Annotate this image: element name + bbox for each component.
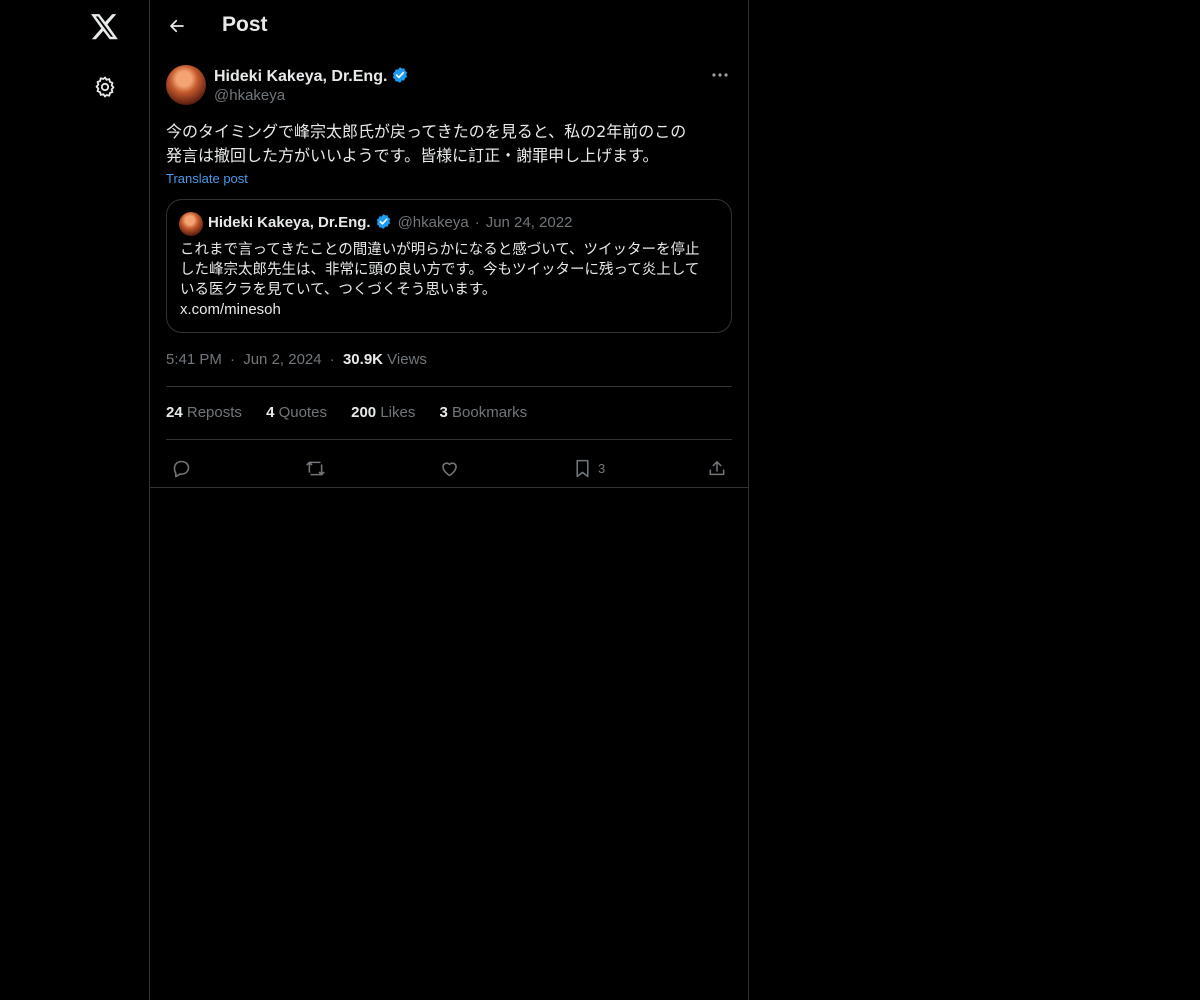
verified-badge-icon — [376, 214, 390, 229]
divider — [166, 439, 732, 440]
reply-button[interactable] — [171, 450, 192, 486]
quote-date: Jun 24, 2022 — [485, 214, 573, 231]
avatar[interactable] — [166, 65, 206, 105]
post-stats: 24 Reposts 4 Quotes 200 Likes 3 Bookmark… — [166, 404, 547, 421]
back-button[interactable] — [162, 11, 192, 41]
quotes-stat[interactable]: 4 Quotes — [266, 404, 327, 421]
reposts-stat[interactable]: 24 Reposts — [166, 404, 242, 421]
reply-icon — [173, 460, 190, 477]
bookmarks-stat[interactable]: 3 Bookmarks — [440, 404, 528, 421]
translate-post-link[interactable]: Translate post — [166, 171, 248, 186]
quote-avatar — [179, 212, 203, 236]
divider — [166, 386, 732, 387]
post-meta: 5:41 PM · Jun 2, 2024 · 30.9K Views — [166, 351, 427, 368]
quoted-post[interactable]: Hideki Kakeya, Dr.Eng. @hkakeya · Jun 24, … — [166, 199, 732, 333]
quote-text-line: いる医クラを見ていて、つくづくそう思います。 — [180, 282, 497, 298]
left-nav — [0, 0, 150, 1000]
post-text-line: 今のタイミングで峰宗太郎氏が戻ってきたのを見ると、私の2年前のこの — [166, 122, 687, 141]
arrow-left-icon — [170, 19, 184, 33]
app-root: Post Hideki Kakeya, Dr.Eng. @hkakeya 今のタ… — [0, 0, 1200, 1000]
main-column: Post Hideki Kakeya, Dr.Eng. @hkakeya 今のタ… — [149, 0, 749, 1000]
author-name[interactable]: Hideki Kakeya, Dr.Eng. — [214, 66, 409, 86]
verified-badge-icon — [393, 67, 408, 83]
author-name-text: Hideki Kakeya, Dr.Eng. — [214, 68, 388, 85]
likes-label: Likes — [380, 404, 416, 421]
quote-author-name: Hideki Kakeya, Dr.Eng. — [208, 214, 371, 231]
divider — [150, 487, 748, 488]
likes-stat[interactable]: 200 Likes — [351, 404, 415, 421]
quotes-label: Quotes — [278, 404, 327, 421]
reposts-count: 24 — [166, 404, 183, 421]
quote-author-handle: @hkakeya — [397, 214, 469, 231]
share-button[interactable] — [707, 450, 727, 486]
views-label: Views — [387, 351, 427, 368]
quote-text: これまで言ってきたことの間違いが明らかになると感づいて、ツイッターを停止 した峰… — [180, 240, 725, 300]
author-handle[interactable]: @hkakeya — [214, 87, 285, 104]
quote-text-line: これまで言ってきたことの間違いが明らかになると感づいて、ツイッターを停止 — [180, 242, 700, 258]
bookmark-icon — [576, 459, 589, 477]
more-horizontal-icon — [712, 73, 728, 77]
repost-button[interactable] — [304, 450, 327, 486]
bookmark-count: 3 — [598, 460, 606, 476]
bookmarks-label: Bookmarks — [452, 404, 528, 421]
reposts-label: Reposts — [186, 404, 242, 421]
page-header: Post — [150, 0, 748, 54]
bookmark-button[interactable]: 3 — [573, 450, 605, 486]
gear-icon[interactable] — [89, 71, 121, 103]
meta-separator: · — [230, 351, 236, 368]
x-logo-icon[interactable] — [88, 10, 122, 44]
quote-separator: · — [474, 214, 480, 231]
post-text: 今のタイミングで峰宗太郎氏が戻ってきたのを見ると、私の2年前のこの 発言は撤回し… — [166, 120, 726, 168]
post-time[interactable]: 5:41 PM — [166, 351, 222, 368]
like-button[interactable] — [439, 450, 460, 486]
likes-count: 200 — [351, 404, 377, 421]
quote-text-line: した峰宗太郎先生は、非常に頭の良い方です。今もツイッターに残って炎上して — [180, 262, 700, 278]
share-icon — [709, 460, 725, 475]
quote-link[interactable]: x.com/minesoh — [180, 301, 281, 318]
repost-icon — [306, 461, 325, 475]
bookmarks-count: 3 — [439, 404, 448, 421]
more-button[interactable] — [708, 64, 732, 86]
quote-header: Hideki Kakeya, Dr.Eng. @hkakeya · Jun 24, … — [208, 213, 572, 231]
meta-separator: · — [329, 351, 335, 368]
heart-icon — [442, 461, 457, 476]
quotes-count: 4 — [266, 404, 275, 421]
post-text-line: 発言は撤回した方がいいようです。皆様に訂正・謝罪申し上げます。 — [166, 146, 659, 165]
action-bar: 3 — [166, 450, 732, 486]
page-title: Post — [222, 13, 268, 36]
post-date[interactable]: Jun 2, 2024 — [243, 351, 321, 368]
views-count: 30.9K — [342, 351, 383, 368]
